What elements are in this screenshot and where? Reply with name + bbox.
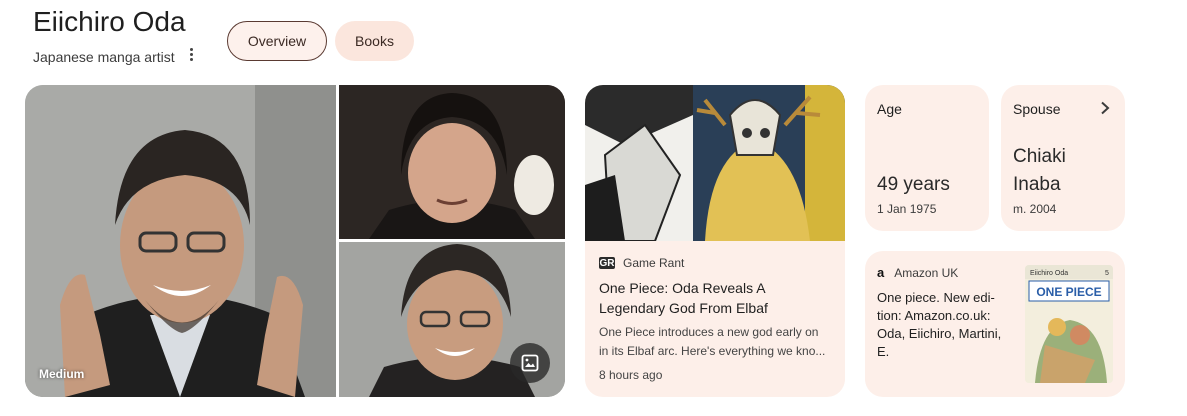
- chevron-right-icon[interactable]: [1099, 99, 1111, 120]
- game-rant-logo-icon: GR: [599, 257, 615, 269]
- age-card[interactable]: Age 49 years 1 Jan 1975: [865, 85, 989, 231]
- book-cover-title: ONE PIECE: [1036, 285, 1101, 299]
- spouse-card[interactable]: Spouse Chiaki Inaba m. 2004: [1001, 85, 1125, 231]
- news-snippet: One Piece introduces a new god early on …: [599, 325, 826, 358]
- birth-date: 1 Jan 1975: [877, 202, 937, 216]
- marriage-date: m. 2004: [1013, 202, 1057, 216]
- age-label: Age: [877, 101, 902, 117]
- amazon-source: a Amazon UK: [877, 265, 958, 280]
- news-source-name: Game Rant: [623, 256, 685, 270]
- image-source-label: Medium: [39, 367, 85, 381]
- news-headline[interactable]: One Piece: Oda Reveals A Legendary God F…: [599, 278, 831, 318]
- amazon-book-description[interactable]: One piece. New edi- tion: Amazon.co.uk: …: [877, 289, 1017, 361]
- age-value: 49 years: [877, 174, 950, 195]
- news-timestamp: 8 hours ago: [599, 368, 663, 382]
- book-cover-author: Eiichiro Oda: [1030, 270, 1068, 277]
- photo-top-right[interactable]: [339, 85, 565, 239]
- amazon-source-name: Amazon UK: [894, 265, 959, 280]
- news-source: GR Game Rant: [599, 256, 684, 270]
- book-cover-volume: 5: [1105, 270, 1109, 277]
- book-cover-image[interactable]: Eiichiro Oda 5 ONE PIECE: [1025, 265, 1113, 383]
- page-subtitle: Japanese manga artist: [33, 49, 175, 65]
- main-photo[interactable]: Medium: [25, 85, 336, 397]
- news-card[interactable]: GR Game Rant One Piece: Oda Reveals A Le…: [585, 85, 845, 397]
- image-collage[interactable]: Medium: [25, 85, 565, 397]
- news-thumbnail[interactable]: [585, 85, 845, 242]
- more-options-icon[interactable]: [184, 44, 198, 64]
- spouse-name-line1: Chiaki: [1013, 146, 1066, 167]
- tab-books[interactable]: Books: [335, 21, 414, 61]
- tab-overview[interactable]: Overview: [227, 21, 327, 61]
- page-title: Eiichiro Oda: [33, 6, 186, 37]
- spouse-label: Spouse: [1013, 101, 1061, 117]
- amazon-book-card[interactable]: a Amazon UK One piece. New edi- tion: Am…: [865, 251, 1125, 397]
- image-gallery-icon[interactable]: [510, 343, 550, 383]
- spouse-name-line2: Inaba: [1013, 174, 1061, 195]
- amazon-logo-icon: a: [877, 265, 885, 280]
